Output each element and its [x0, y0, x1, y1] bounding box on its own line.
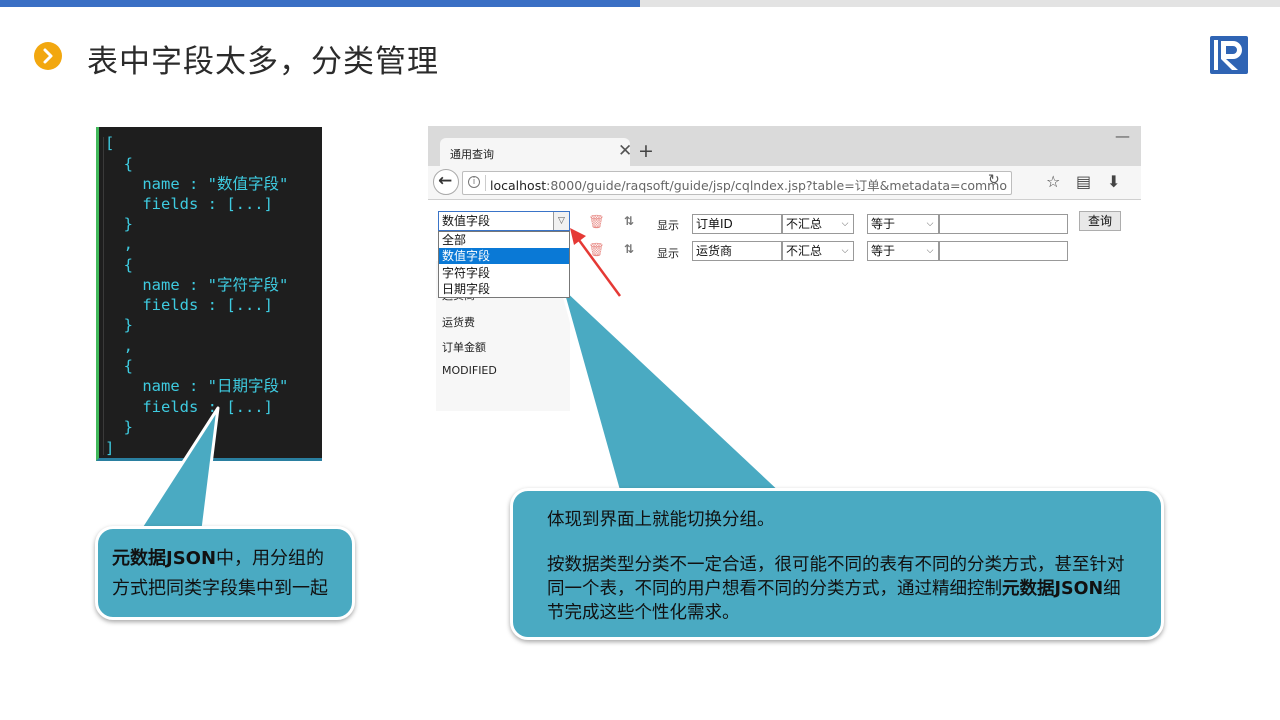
- code-line: }: [105, 215, 133, 233]
- code-line: name : "日期字段": [105, 377, 289, 395]
- field-name-input[interactable]: 订单ID: [692, 214, 782, 234]
- dropdown-option-date[interactable]: 日期字段: [439, 281, 569, 297]
- plus-icon[interactable]: +: [638, 140, 654, 162]
- callout-paragraph: 按数据类型分类不一定合适，很可能不同的表有不同的分类方式，甚至针对同一个表，不同…: [547, 555, 1125, 623]
- chevron-down-icon: ⌵: [926, 246, 934, 256]
- code-line: [: [105, 134, 115, 152]
- value-input[interactable]: [939, 214, 1068, 234]
- category-select[interactable]: 数值字段 ▽: [438, 211, 570, 231]
- progress-bar-track: [640, 0, 1280, 7]
- code-line: }: [105, 418, 133, 436]
- browser-screenshot: 通用查询 ✕ + — ← i localhost:8000/guide/raqs…: [428, 126, 1141, 416]
- operator-select[interactable]: 等于 ⌵: [867, 241, 939, 261]
- chevron-right-icon: [34, 42, 62, 70]
- field-name-input[interactable]: 运货商: [692, 241, 782, 261]
- code-line: ]: [105, 439, 115, 457]
- query-page: 数值字段 ▽ 全部 数值字段 字符字段 日期字段 运货商 运货费 订单金额 MO…: [428, 201, 1141, 416]
- aggregate-select[interactable]: 不汇总 ⌵: [782, 241, 854, 261]
- code-line: {: [105, 357, 133, 375]
- chevron-down-icon: ⌵: [841, 246, 849, 256]
- show-label: 显示: [657, 219, 679, 232]
- query-button[interactable]: 查询: [1079, 211, 1121, 231]
- star-icon[interactable]: ☆: [1046, 172, 1060, 191]
- back-button[interactable]: ←: [433, 169, 459, 195]
- sort-icon[interactable]: ⇅: [624, 242, 634, 256]
- close-icon[interactable]: ✕: [618, 141, 632, 161]
- raqsoft-logo-icon: [1209, 35, 1249, 75]
- info-icon[interactable]: i: [468, 176, 480, 188]
- code-line: name : "字符字段": [105, 276, 289, 294]
- code-line: ,: [105, 235, 133, 253]
- value-input[interactable]: [939, 241, 1068, 261]
- callout-metadata-grouping: 元数据JSON中，用分组的方式把同类字段集中到一起: [95, 526, 355, 620]
- chevron-down-icon: ⌵: [926, 219, 934, 229]
- dropdown-option-string[interactable]: 字符字段: [439, 265, 569, 281]
- callout-line: 体现到界面上就能切换分组。: [547, 510, 775, 530]
- url-bar[interactable]: i localhost:8000/guide/raqsoft/guide/jsp…: [462, 171, 1012, 195]
- callout-ui-switching: 体现到界面上就能切换分组。 按数据类型分类不一定合适，很可能不同的表有不同的分类…: [510, 488, 1164, 640]
- minimize-icon[interactable]: —: [1115, 127, 1130, 145]
- dropdown-option-all[interactable]: 全部: [439, 232, 569, 248]
- progress-bar-filled: [0, 0, 640, 7]
- code-line: }: [105, 316, 133, 334]
- chevron-down-icon: ▽: [553, 212, 569, 230]
- category-dropdown-list: 全部 数值字段 字符字段 日期字段: [438, 231, 570, 298]
- browser-tab[interactable]: 通用查询 ✕: [440, 138, 632, 166]
- metadata-json-code-block: [ { name : "数值字段" fields : [...] } , { n…: [96, 127, 322, 461]
- reader-icon[interactable]: ▤: [1076, 172, 1091, 191]
- code-line: fields : [...]: [105, 195, 273, 213]
- field-item[interactable]: 运货费: [442, 314, 475, 330]
- slide-title: 表中字段太多，分类管理: [87, 44, 439, 80]
- arrow-left-icon: ←: [438, 171, 453, 191]
- reload-icon[interactable]: ↻: [988, 172, 1000, 188]
- code-line: {: [105, 256, 133, 274]
- operator-select[interactable]: 等于 ⌵: [867, 214, 939, 234]
- url-text: localhost:8000/guide/raqsoft/guide/jsp/c…: [490, 178, 1008, 193]
- download-icon[interactable]: ⬇: [1107, 172, 1120, 191]
- chevron-down-icon: ⌵: [841, 219, 849, 229]
- field-item[interactable]: 订单金额: [442, 339, 486, 355]
- code-line: name : "数值字段": [105, 175, 289, 193]
- dropdown-option-numeric[interactable]: 数值字段: [439, 248, 569, 264]
- trash-icon[interactable]: 🗑: [588, 243, 605, 258]
- aggregate-select[interactable]: 不汇总 ⌵: [782, 214, 854, 234]
- browser-toolbar: ← i localhost:8000/guide/raqsoft/guide/j…: [428, 166, 1141, 200]
- trash-icon[interactable]: 🗑: [588, 215, 605, 230]
- field-item[interactable]: MODIFIED: [442, 364, 497, 377]
- tab-title: 通用查询: [450, 148, 494, 161]
- code-line: ,: [105, 337, 133, 355]
- browser-tab-strip: 通用查询 ✕ + —: [428, 126, 1141, 166]
- code-line: fields : [...]: [105, 296, 273, 314]
- code-line: {: [105, 155, 133, 173]
- show-label: 显示: [657, 247, 679, 260]
- code-line: fields : [...]: [105, 398, 273, 416]
- sort-icon[interactable]: ⇅: [624, 214, 634, 228]
